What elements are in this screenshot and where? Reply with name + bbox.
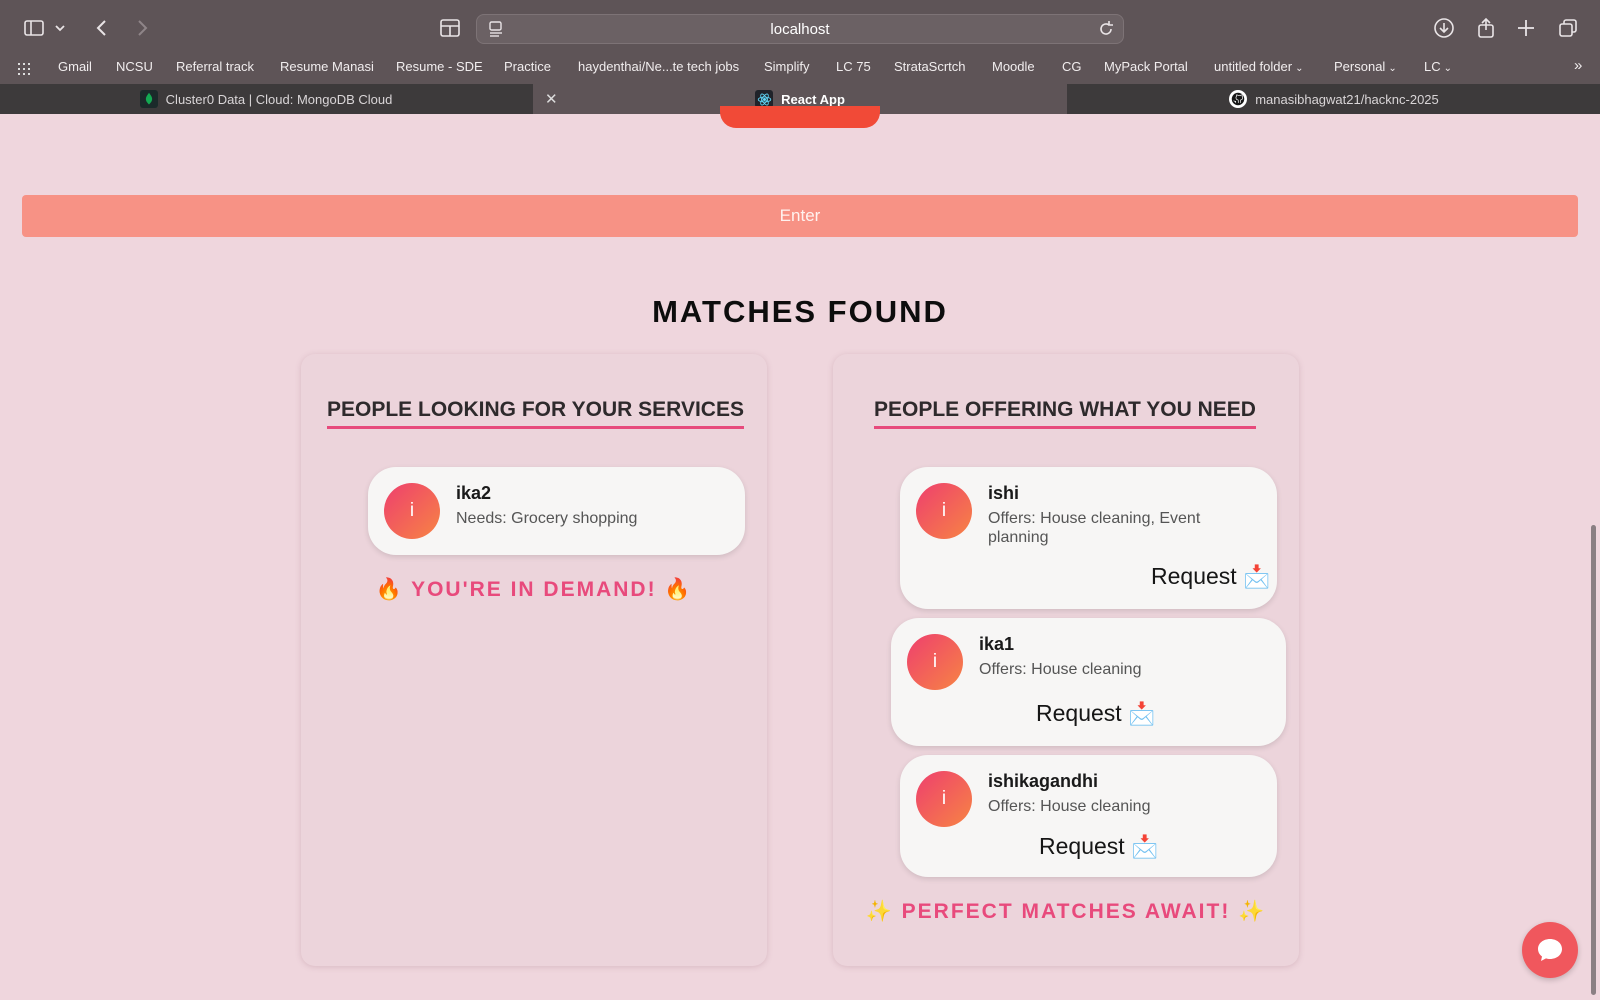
user-offers: Offers: House cleaning (988, 798, 1151, 815)
tabs-overview-icon[interactable] (1554, 14, 1582, 42)
tab-overview-icon[interactable] (436, 14, 464, 42)
bookmark-item[interactable]: haydenthai/Ne...te tech jobs (578, 59, 739, 74)
sparkles-icon: ✨ (865, 900, 894, 923)
user-name: ishi (988, 483, 1020, 503)
bookmarks-bar: Gmail NCSU Referral track Resume Manasi … (0, 56, 1600, 84)
bookmark-item[interactable]: MyPack Portal (1104, 59, 1188, 74)
new-tab-icon[interactable] (1512, 14, 1540, 42)
page-scrollbar[interactable] (1591, 525, 1596, 995)
sparkles-icon: ✨ (1238, 900, 1267, 923)
bookmark-item[interactable]: Simplify (764, 59, 810, 74)
matches-title: MATCHES FOUND (652, 294, 948, 329)
user-needs: Needs: Grocery shopping (456, 510, 638, 527)
perfect-matches-banner: ✨ PERFECT MATCHES AWAIT! ✨ (833, 900, 1299, 924)
user-offers: Offers: House cleaning (979, 661, 1142, 678)
address-bar[interactable]: localhost (476, 14, 1124, 44)
chat-bubble-icon (1538, 939, 1562, 961)
match-card: i ika1 Offers: House cleaning Request 📩 (891, 618, 1286, 746)
chevron-down-icon: ⌄ (1295, 63, 1304, 74)
match-card: i ishi Offers: House cleaning, Event pla… (900, 467, 1277, 609)
user-name: ika2 (456, 483, 492, 503)
user-offers: Offers: House cleaning, Event planning (988, 510, 1201, 546)
user-name: ishikagandhi (988, 771, 1099, 791)
avatar: i (916, 483, 972, 539)
bookmark-folder-label: untitled folder (1214, 59, 1293, 74)
enter-button[interactable]: Enter (22, 195, 1578, 237)
share-icon[interactable] (1472, 14, 1500, 42)
close-tab-icon[interactable]: ✕ (545, 90, 558, 108)
request-label: Request (1036, 700, 1122, 726)
in-demand-text: YOU'RE IN DEMAND! (411, 578, 657, 601)
perfect-matches-text: PERFECT MATCHES AWAIT! (901, 900, 1231, 923)
in-demand-banner: 🔥 YOU'RE IN DEMAND! 🔥 (301, 578, 767, 602)
match-card: i ishikagandhi Offers: House cleaning Re… (900, 755, 1277, 877)
chevron-down-icon: ⌄ (1443, 63, 1453, 74)
back-arrow-icon[interactable] (88, 14, 116, 42)
bookmark-folder-label: Personal (1334, 59, 1386, 74)
url-text: localhost (770, 21, 830, 38)
envelope-icon: 📩 (1128, 701, 1156, 726)
tab-title: Cluster0 Data | Cloud: MongoDB Cloud (165, 91, 393, 107)
sidebar-toggle-icon[interactable] (20, 14, 48, 42)
chat-button[interactable] (1522, 922, 1578, 978)
fire-icon: 🔥 (375, 578, 404, 601)
request-button[interactable]: Request 📩 (1039, 833, 1158, 860)
request-button[interactable]: Request 📩 (1036, 700, 1155, 727)
bookmark-folder[interactable]: untitled folder ⌄ (1214, 59, 1303, 74)
bookmark-folder[interactable]: LC ⌄ (1424, 59, 1452, 74)
apps-grid-icon[interactable] (18, 63, 32, 77)
bookmark-item[interactable]: Moodle (992, 59, 1035, 74)
bookmark-folder-label: LC (1424, 59, 1441, 74)
bookmark-item[interactable]: StrataScrtch (894, 59, 966, 74)
reload-icon[interactable] (1097, 20, 1115, 38)
panel-heading: PEOPLE LOOKING FOR YOUR SERVICES (327, 398, 744, 429)
avatar: i (907, 634, 963, 690)
bookmark-item[interactable]: NCSU (116, 59, 153, 74)
github-logo-icon (1229, 90, 1248, 108)
tab-mongodb[interactable]: Cluster0 Data | Cloud: MongoDB Cloud (0, 84, 532, 114)
browser-toolbar: localhost (0, 0, 1600, 56)
avatar: i (916, 771, 972, 827)
bookmark-item[interactable]: Gmail (58, 59, 92, 74)
request-label: Request (1039, 833, 1125, 859)
tab-title: manasibhagwat21/hacknc-2025 (1255, 91, 1439, 107)
request-button[interactable]: Request 📩 (1151, 563, 1270, 590)
tab-title: React App (781, 91, 845, 107)
match-card[interactable]: i ika2 Needs: Grocery shopping (368, 467, 745, 555)
user-name: ika1 (979, 634, 1015, 654)
forward-arrow-icon[interactable] (128, 14, 156, 42)
avatar: i (384, 483, 440, 539)
download-icon[interactable] (1430, 14, 1458, 42)
tab-github[interactable]: manasibhagwat21/hacknc-2025 (1068, 84, 1600, 114)
panel-heading: PEOPLE OFFERING WHAT YOU NEED (874, 398, 1256, 429)
bookmark-folder[interactable]: Personal ⌄ (1334, 59, 1397, 74)
bookmark-item[interactable]: Practice (504, 59, 551, 74)
envelope-icon: 📩 (1243, 564, 1271, 589)
bookmark-item[interactable]: LC 75 (836, 59, 871, 74)
offers-panel: PEOPLE OFFERING WHAT YOU NEED i ishi Off… (833, 354, 1299, 966)
fire-icon: 🔥 (664, 578, 693, 601)
more-bookmarks-icon[interactable]: » (1574, 57, 1582, 74)
chevron-down-icon: ⌄ (1388, 63, 1397, 74)
request-label: Request (1151, 563, 1237, 589)
bookmark-item[interactable]: Resume Manasi (280, 59, 374, 74)
envelope-icon: 📩 (1131, 834, 1159, 859)
bookmark-item[interactable]: CG (1062, 59, 1082, 74)
bookmark-item[interactable]: Referral track (176, 59, 254, 74)
services-demand-panel: PEOPLE LOOKING FOR YOUR SERVICES i ika2 … (301, 354, 767, 966)
chevron-down-icon[interactable] (52, 14, 68, 42)
mongodb-leaf-icon (139, 90, 158, 108)
partial-submit-button[interactable] (720, 106, 880, 128)
bookmark-item[interactable]: Resume - SDE (396, 59, 483, 74)
